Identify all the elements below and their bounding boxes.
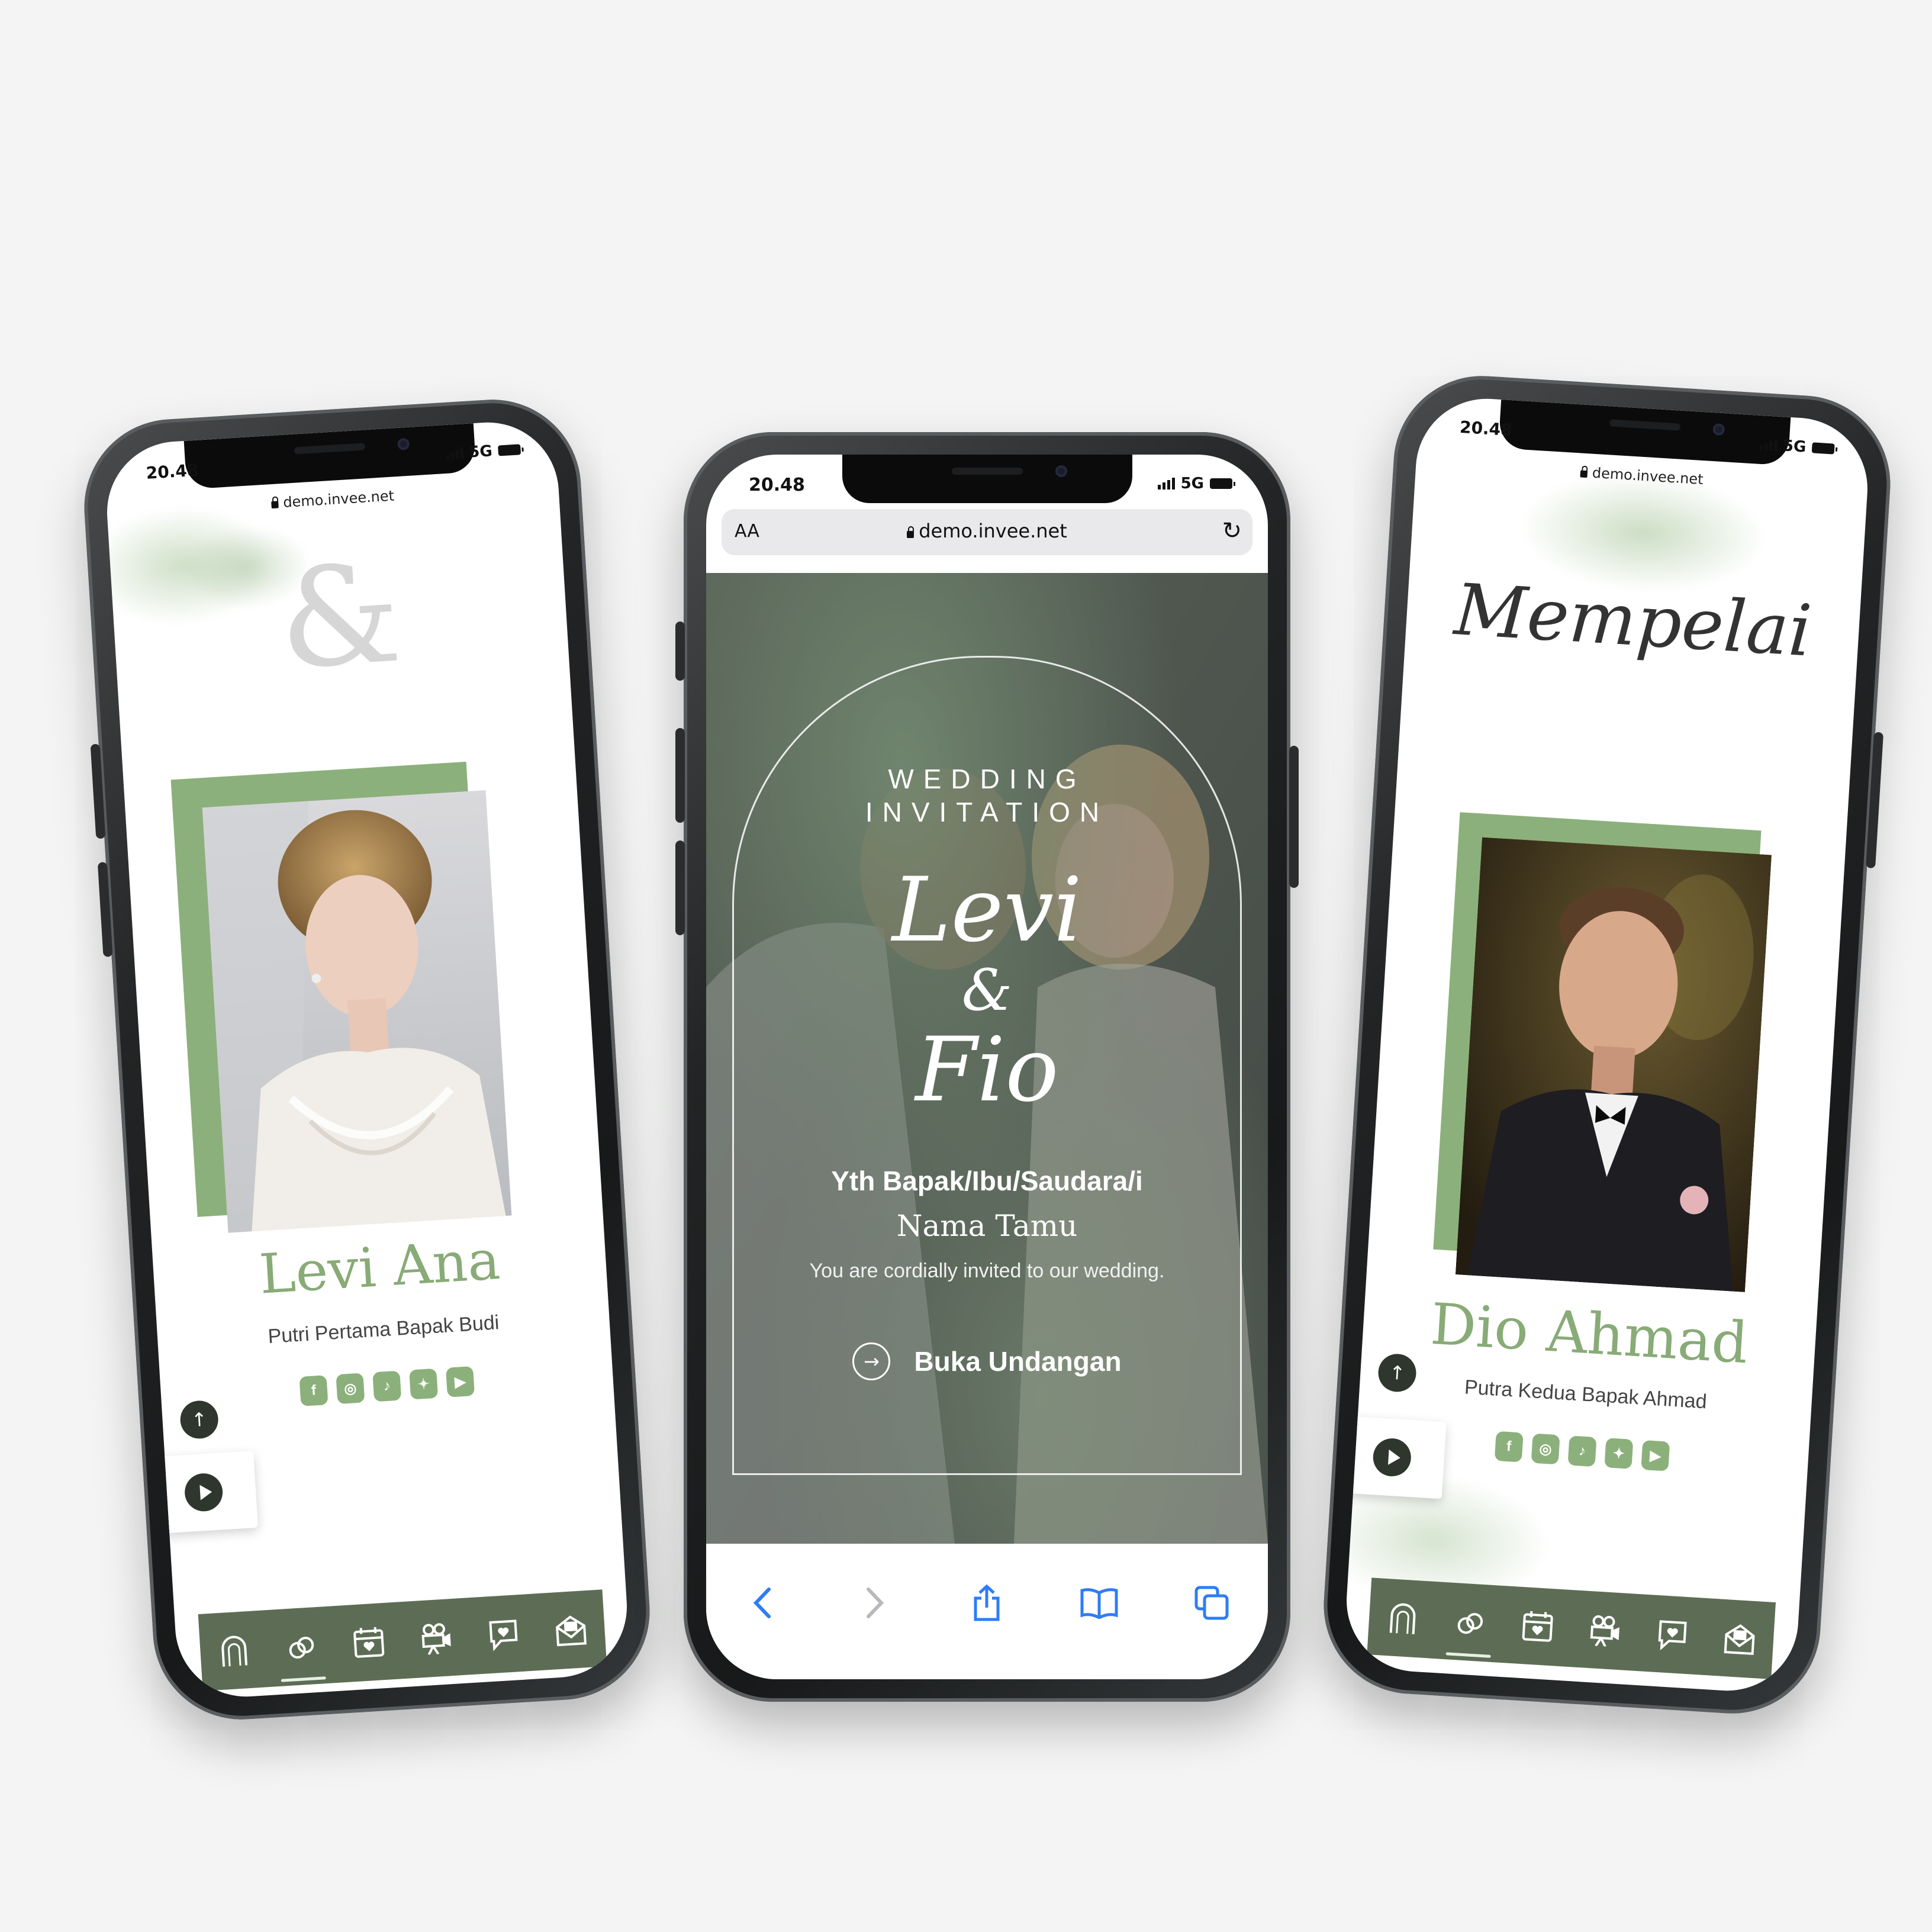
gallery-love-icon[interactable] [484,1614,524,1654]
safari-toolbar [706,1561,1268,1679]
left-phone-mockup: 20.48 5G demo.invee.net & Levi Ana Putri… [79,394,655,1725]
tiktok-icon[interactable]: ♪ [1567,1435,1597,1467]
guest-name: Nama Tamu [896,1209,1078,1243]
music-player-card [159,1450,258,1534]
signal-icon [446,447,463,460]
groom-photo [1455,837,1772,1292]
network-label: 5G [1782,437,1807,456]
arch-icon[interactable] [214,1631,255,1671]
bride-parents: Putri Pertama Bapak Budi [267,1311,500,1348]
tiktok-icon[interactable]: ♪ [372,1370,402,1402]
bride-social-links: f ◎ ♪ ✦ ▶ [160,1358,614,1415]
lock-icon [907,526,915,538]
arch-icon[interactable] [1383,1598,1423,1638]
facebook-icon[interactable]: f [299,1375,329,1406]
right-phone-mockup: 20.48 5G demo.invee.net Mempelai Dio Ahm… [1318,371,1896,1719]
couple-names: Levi & Fio [706,863,1268,1118]
open-invitation-button[interactable]: → Buka Undangan [706,1342,1268,1380]
battery-icon [1210,478,1235,489]
status-time: 20.48 [145,460,199,483]
status-time: 20.48 [1459,417,1513,440]
gallery-love-icon[interactable] [1652,1615,1692,1655]
invitation-heading: WEDDING INVITATION [706,762,1268,829]
play-music-button[interactable] [1371,1437,1412,1478]
left-phone-screen: 20.48 5G demo.invee.net & Levi Ana Putri… [102,418,632,1701]
video-camera-icon[interactable] [416,1618,456,1659]
center-phone-screen: 20.48 5G AA demo.invee.net ↻ WEDDING INV… [706,455,1268,1679]
battery-icon [1811,442,1835,455]
bride-name: Levi Ana [257,1228,502,1306]
calendar-icon[interactable] [349,1622,389,1663]
lock-icon [1580,470,1588,478]
section-title: Mempelai [1452,569,1814,673]
cover-section: WEDDING INVITATION Levi & Fio Yth Bapak/… [706,573,1268,1544]
couple-rings-icon[interactable] [1450,1602,1490,1643]
network-label: 5G [468,442,493,462]
guest-greeting: Yth Bapak/Ibu/Saudara/i [831,1165,1143,1196]
bookmarks-icon[interactable] [1078,1582,1120,1624]
video-camera-icon[interactable] [1585,1611,1625,1651]
invite-message: You are cordially invited to our wedding… [809,1260,1165,1282]
bottom-navigation [1367,1577,1776,1679]
status-bar: 20.48 5G [706,468,1268,503]
bottom-navigation [198,1589,607,1691]
heading-line-wedding: WEDDING [888,764,1086,794]
battery-icon [498,444,521,456]
instagram-icon[interactable]: ◎ [1531,1433,1560,1465]
couple-name-first: Levi [891,859,1083,962]
signal-icon [1157,478,1175,490]
music-player-card [1347,1416,1447,1499]
lock-icon [271,501,279,509]
url-text: demo.invee.net [282,487,395,511]
couple-name-second: Fio [915,1019,1059,1122]
calendar-icon[interactable] [1518,1606,1558,1647]
couple-rings-icon[interactable] [281,1627,321,1667]
groom-name: Dio Ahmad [1428,1290,1750,1377]
twitter-icon[interactable]: ✦ [409,1368,439,1400]
open-invitation-label: Buka Undangan [914,1346,1122,1377]
center-phone-mockup: 20.48 5G AA demo.invee.net ↻ WEDDING INV… [675,432,1299,1702]
forward-icon[interactable] [854,1582,896,1624]
play-music-button[interactable] [183,1472,224,1513]
couple-ampersand: & [961,957,1013,1023]
envelope-gift-icon[interactable] [551,1610,591,1650]
ampersand-logo: & [274,534,405,700]
instagram-icon[interactable]: ◎ [336,1373,365,1405]
envelope-gift-icon[interactable] [1720,1619,1760,1659]
facebook-icon[interactable]: f [1494,1431,1524,1463]
arrow-circle-icon: → [852,1342,891,1380]
tabs-icon[interactable] [1191,1582,1232,1624]
bride-photo [202,790,512,1233]
back-icon[interactable] [742,1582,783,1624]
status-time: 20.48 [749,475,805,495]
url-text: demo.invee.net [919,520,1067,542]
youtube-icon[interactable]: ▶ [446,1366,475,1398]
right-phone-screen: 20.48 5G demo.invee.net Mempelai Dio Ahm… [1342,394,1872,1695]
youtube-icon[interactable]: ▶ [1641,1440,1670,1471]
share-icon[interactable] [966,1582,1007,1624]
signal-icon [1759,439,1778,452]
reload-icon[interactable]: ↻ [1222,517,1242,545]
network-label: 5G [1180,475,1204,492]
twitter-icon[interactable]: ✦ [1604,1438,1634,1469]
safari-address-bar[interactable]: AA demo.invee.net ↻ [722,509,1252,555]
heading-line-invitation: INVITATION [865,797,1109,827]
groom-parents: Putra Kedua Bapak Ahmad [1463,1376,1708,1413]
